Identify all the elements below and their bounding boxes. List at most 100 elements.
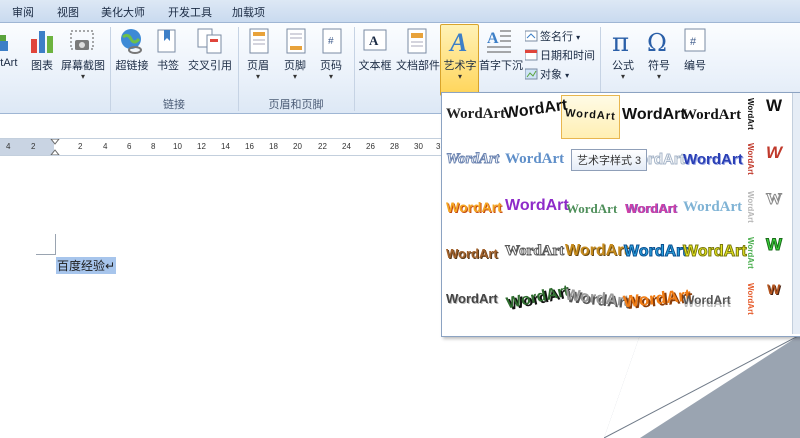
ruler-tick: 6 (127, 142, 132, 151)
wordart-style-17[interactable]: WordArt (566, 201, 617, 217)
docparts-button[interactable]: 文档部件 (396, 27, 440, 73)
ruler-tick: 4 (6, 142, 11, 151)
wordart-style-26[interactable]: WordArt (683, 243, 748, 261)
ruler-tick: 4 (103, 142, 108, 151)
object-icon (524, 68, 538, 80)
chevron-down-icon: ▾ (80, 72, 85, 81)
chart-button[interactable]: 图表 (28, 27, 56, 73)
wordart-style-20[interactable]: WordArt (746, 191, 755, 223)
wordart-style-23[interactable]: WordArt (504, 243, 564, 260)
ruler-tick: 24 (342, 142, 351, 151)
wordart-style-24[interactable]: WordArt (565, 242, 629, 260)
dropcap-button[interactable]: A 首字下沉 (479, 27, 523, 73)
svg-text:A: A (487, 30, 499, 47)
wordart-style-19[interactable]: WordArt (683, 199, 742, 216)
wordart-style-16[interactable]: WordArt (505, 197, 569, 215)
wordart-style-13[interactable]: WordArt (746, 143, 755, 175)
chevron-down-icon: ▾ (292, 72, 297, 81)
svg-text:A: A (369, 33, 379, 48)
signature-line-button[interactable]: 签名行 ▾ (524, 28, 580, 44)
ruler-tick: 18 (269, 142, 278, 151)
signature-icon (524, 30, 538, 42)
selected-document-text[interactable]: 百度经验↵ (56, 257, 117, 274)
margin-corner-mark (55, 234, 56, 254)
chevron-down-icon: ▾ (255, 72, 260, 81)
calendar-icon (524, 49, 538, 61)
numbering-button[interactable]: # 编号 (680, 27, 710, 73)
bookmark-button[interactable]: 书签 (154, 27, 182, 73)
chevron-down-icon: ▾ (620, 72, 625, 81)
screenshot-button[interactable]: 屏幕截图 ▾ (61, 27, 105, 81)
header-icon (245, 27, 273, 55)
hyperlink-button[interactable]: 超链接 (115, 27, 149, 73)
wordart-style-25[interactable]: WordArt (624, 243, 689, 261)
wordart-button[interactable]: A 艺术字 ▾ (440, 24, 479, 96)
equation-button[interactable]: π 公式 ▾ (608, 27, 638, 81)
wordart-style-33[interactable]: WordArt (683, 293, 731, 307)
indent-marker-icon[interactable] (50, 139, 60, 155)
wordart-style-28[interactable]: W (765, 235, 782, 255)
dropcap-icon: A (485, 27, 513, 55)
wordart-style-4[interactable]: WordArt (622, 106, 686, 124)
wordart-style-35[interactable]: W (767, 281, 780, 297)
group-label-links: 链接 (163, 99, 185, 111)
pi-icon: π (609, 27, 637, 58)
wordart-style-15[interactable]: WordArt (446, 199, 502, 215)
wordart-style-14[interactable]: W (766, 143, 782, 163)
wordart-style-6[interactable]: WordArt (746, 98, 755, 130)
wordart-style-18[interactable]: WordArt (625, 201, 677, 216)
svg-text:Ω: Ω (647, 29, 667, 55)
crossref-button[interactable]: 交叉引用 (187, 27, 233, 73)
tab-addins[interactable]: 加载项 (232, 4, 265, 20)
header-button[interactable]: 页眉 ▾ (245, 27, 271, 81)
wordart-style-12[interactable]: WordArt (683, 151, 743, 168)
svg-text:#: # (328, 36, 334, 47)
docparts-icon (403, 27, 431, 55)
textbox-button[interactable]: A 文本框 (358, 27, 392, 73)
svg-text:A: A (448, 28, 467, 55)
numbering-icon: # (681, 27, 709, 55)
chevron-down-icon: ▾ (656, 72, 661, 81)
wordart-style-5[interactable]: WordArt (682, 107, 741, 124)
smartart-button[interactable]: rtArt (0, 27, 20, 69)
object-button[interactable]: 对象 ▾ (524, 66, 570, 82)
ruler-tick: 14 (221, 142, 230, 151)
tab-developer[interactable]: 开发工具 (168, 4, 212, 20)
chart-icon (28, 27, 56, 55)
wordart-style-9[interactable]: WordArt (505, 151, 564, 168)
footer-icon (282, 27, 310, 55)
page-number-button[interactable]: # 页码 ▾ (318, 27, 344, 81)
chevron-down-icon: ▾ (565, 71, 570, 80)
screenshot-icon (69, 27, 97, 55)
ruler-tick: 22 (318, 142, 327, 151)
svg-text:#: # (690, 36, 697, 48)
textbox-icon: A (361, 27, 389, 55)
tab-beautify[interactable]: 美化大师 (101, 4, 145, 20)
ruler-tick: 26 (366, 142, 375, 151)
wordart-style-7[interactable]: W (766, 96, 782, 116)
gallery-scrollbar[interactable] (792, 93, 800, 334)
wordart-style-29[interactable]: WordArt (446, 291, 498, 306)
wordart-style-27[interactable]: WordArt (746, 237, 755, 269)
ruler-tick: 12 (197, 142, 206, 151)
separator (354, 27, 355, 111)
ruler-tick: 3 (436, 142, 441, 151)
wordart-style-22[interactable]: WordArt (446, 246, 498, 261)
page-number-icon: # (318, 27, 346, 55)
wordart-style-21[interactable]: W (766, 191, 783, 209)
wordart-style-34[interactable]: WordArt (746, 283, 755, 315)
symbol-button[interactable]: Ω 符号 ▾ (644, 27, 674, 81)
tab-review[interactable]: 审阅 (12, 4, 34, 20)
date-time-button[interactable]: 日期和时间 (524, 47, 595, 63)
wordart-style-1[interactable]: WordArt (446, 106, 505, 123)
footer-button[interactable]: 页脚 ▾ (282, 27, 308, 81)
wordart-style-8[interactable]: WordArt (445, 151, 499, 168)
gallery-tooltip: 艺术字样式 3 (571, 149, 648, 171)
ruler-tick: 2 (78, 142, 83, 151)
ruler-tick: 20 (293, 142, 302, 151)
crossref-icon (196, 27, 224, 55)
ruler-tick: 8 (151, 142, 156, 151)
wordart-icon: A (446, 27, 474, 57)
ruler-tick: 16 (245, 142, 254, 151)
tab-view[interactable]: 视图 (57, 4, 79, 20)
